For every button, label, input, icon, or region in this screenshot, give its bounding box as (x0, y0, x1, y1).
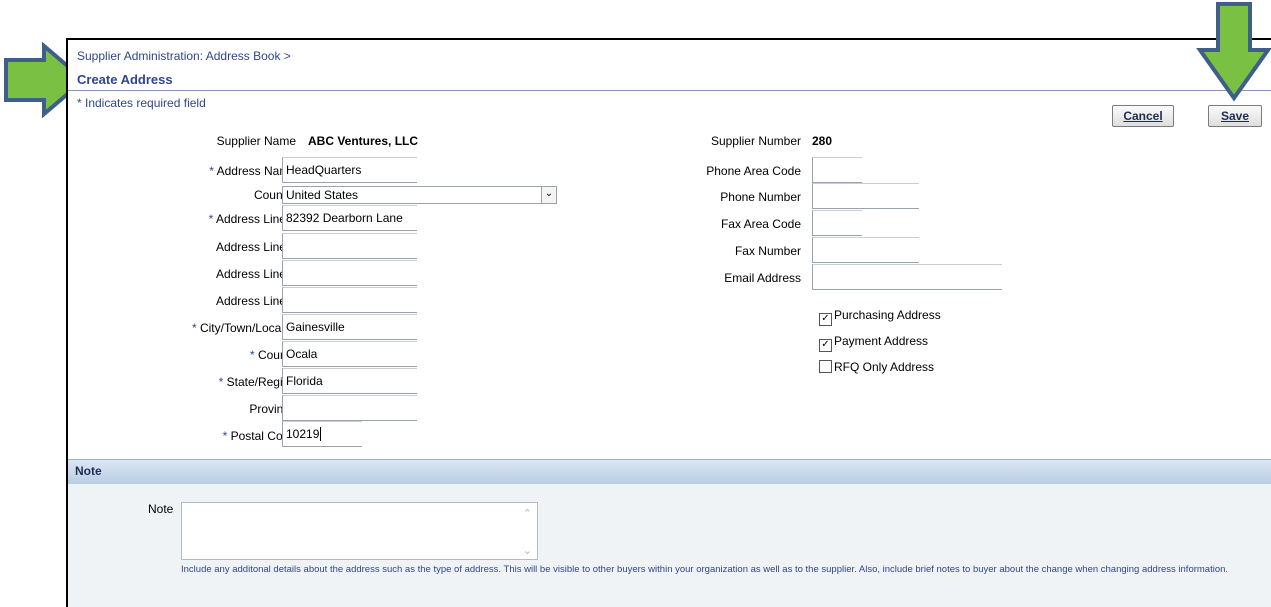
checkmark-icon[interactable]: ✓ (819, 339, 832, 352)
phone-number-label: Phone Number (720, 190, 801, 204)
supplier-number-label: Supplier Number (710, 134, 801, 148)
page-title: Create Address (77, 72, 173, 87)
fax-number-label: Fax Number (734, 244, 801, 258)
address-line4-input[interactable] (282, 287, 417, 313)
address-line1-label: * Address Line 1 (208, 212, 296, 226)
save-button[interactable]: Save (1208, 105, 1262, 127)
scroll-down-icon[interactable]: ⌄ (523, 544, 532, 557)
postal-code-label: * Postal Code (222, 429, 296, 443)
checkbox-empty-icon[interactable] (819, 360, 832, 373)
address-line3-label: Address Line 3 (215, 267, 296, 281)
note-section-header: Note (68, 459, 1271, 485)
address-line4-label: Address Line 4 (215, 294, 296, 308)
note-section-title: Note (75, 464, 102, 478)
address-line1-input[interactable]: 82392 Dearborn Lane (282, 205, 417, 231)
address-line3-input[interactable] (282, 260, 417, 286)
address-name-label: * Address Name (209, 164, 296, 178)
payment-address-checkbox[interactable]: ✓ Payment Address (819, 334, 928, 352)
page-frame: Supplier Administration: Address Book > … (66, 38, 1271, 607)
note-hint-text: Include any additonal details about the … (181, 564, 1229, 575)
phone-number-input[interactable] (812, 183, 919, 209)
phone-area-code-label: Phone Area Code (706, 164, 801, 178)
text-cursor (320, 427, 322, 441)
fax-area-code-label: Fax Area Code (720, 217, 801, 231)
city-input[interactable]: Gainesville (282, 314, 417, 340)
fax-area-code-input[interactable] (812, 210, 862, 236)
email-address-input[interactable] (812, 264, 1002, 290)
phone-area-code-input[interactable] (812, 157, 862, 183)
county-input[interactable]: Ocala (282, 341, 417, 367)
fax-number-input[interactable] (812, 237, 919, 263)
purchasing-address-checkbox[interactable]: ✓ Purchasing Address (819, 308, 941, 326)
email-address-label: Email Address (724, 271, 801, 285)
country-select[interactable]: United States ⌄ (282, 186, 557, 204)
address-line2-input[interactable] (282, 233, 417, 259)
province-label: Province (249, 402, 296, 416)
supplier-number-value: 280 (812, 134, 833, 148)
green-arrow-down-icon (1196, 2, 1271, 102)
county-label: * County (249, 348, 296, 362)
city-label: * City/Town/Locality (191, 321, 296, 335)
note-label: Note (148, 502, 174, 516)
country-selected-value: United States (286, 188, 359, 202)
address-line2-label: Address Line 2 (215, 240, 296, 254)
scroll-up-icon[interactable]: ⌃ (523, 507, 532, 520)
rfq-only-address-checkbox[interactable]: RFQ Only Address (819, 360, 934, 374)
state-label: * State/Region (218, 375, 296, 389)
country-label: Country (253, 188, 296, 202)
address-name-input[interactable]: HeadQuarters (282, 157, 417, 183)
breadcrumb[interactable]: Supplier Administration: Address Book > (77, 49, 291, 63)
note-textarea[interactable]: ⌃ ⌄ (181, 502, 538, 560)
chevron-down-icon[interactable]: ⌄ (541, 187, 556, 203)
state-input[interactable]: Florida (282, 368, 417, 394)
cancel-button[interactable]: Cancel (1112, 105, 1174, 127)
checkmark-icon[interactable]: ✓ (819, 313, 832, 326)
supplier-name-value: ABC Ventures, LLC (308, 134, 419, 148)
supplier-name-label: Supplier Name (216, 134, 296, 148)
note-section: Note ⌃ ⌄ Include any additonal details a… (68, 484, 1271, 607)
postal-code-input[interactable]: 10219 (282, 421, 362, 447)
province-input[interactable] (282, 395, 417, 421)
title-divider (68, 90, 1271, 91)
required-field-note: * Indicates required field (77, 96, 206, 110)
